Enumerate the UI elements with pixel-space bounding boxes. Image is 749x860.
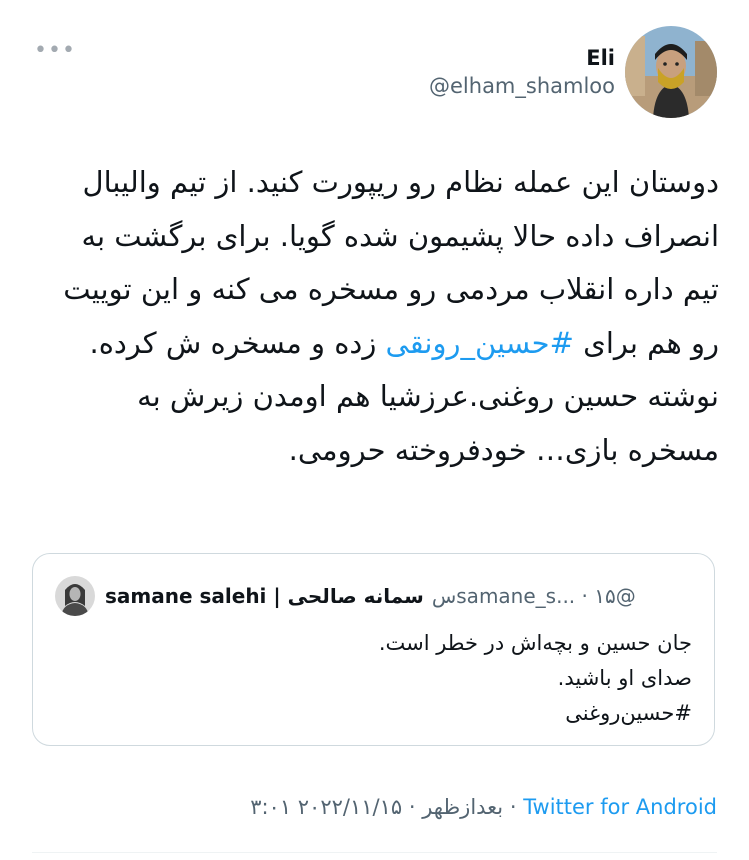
- tweet-footer: ۳:۰۱ بعدازظهر · ۲۰۲۲/۱۱/۱۵ · Twitter for…: [250, 795, 717, 819]
- author-names: Eli @elham_shamloo: [429, 44, 615, 100]
- quoted-tweet-card[interactable]: samane salehi | سمانه صالحی @samane_s...…: [32, 553, 715, 746]
- tweet-text: دوستان این عمله نظام رو ریپورت کنید. از …: [39, 156, 719, 477]
- quoted-handle-time[interactable]: @samane_s... · ۱۵س: [432, 584, 636, 608]
- quoted-hashtag[interactable]: #حسین‌روغنی: [92, 696, 692, 731]
- quoted-tweet-header: samane salehi | سمانه صالحی @samane_s...…: [55, 576, 636, 616]
- quoted-tweet-text: جان حسین و بچه‌اش در خطر است. صدای او با…: [92, 626, 692, 731]
- tweet-timestamp[interactable]: ۳:۰۱ بعدازظهر · ۲۰۲۲/۱۱/۱۵ ·: [250, 795, 523, 819]
- quoted-avatar[interactable]: [55, 576, 95, 616]
- author-handle[interactable]: @elham_shamloo: [429, 72, 615, 100]
- hashtag-link[interactable]: #حسین_رونقی: [386, 326, 574, 360]
- tweet-author-header: Eli @elham_shamloo: [429, 26, 717, 118]
- quoted-text-line: جان حسین و بچه‌اش در خطر است.: [378, 631, 692, 655]
- tweet-source-link[interactable]: Twitter for Android: [523, 795, 717, 819]
- quoted-display-name[interactable]: samane salehi | سمانه صالحی: [105, 584, 424, 608]
- quoted-avatar-image: [55, 576, 95, 616]
- author-display-name[interactable]: Eli: [429, 44, 615, 72]
- author-avatar[interactable]: [625, 26, 717, 118]
- author-avatar-image: [625, 26, 717, 118]
- more-options-icon[interactable]: •••: [34, 40, 76, 62]
- quoted-text-line: صدای او باشید.: [557, 666, 692, 690]
- footer-divider: [32, 852, 717, 853]
